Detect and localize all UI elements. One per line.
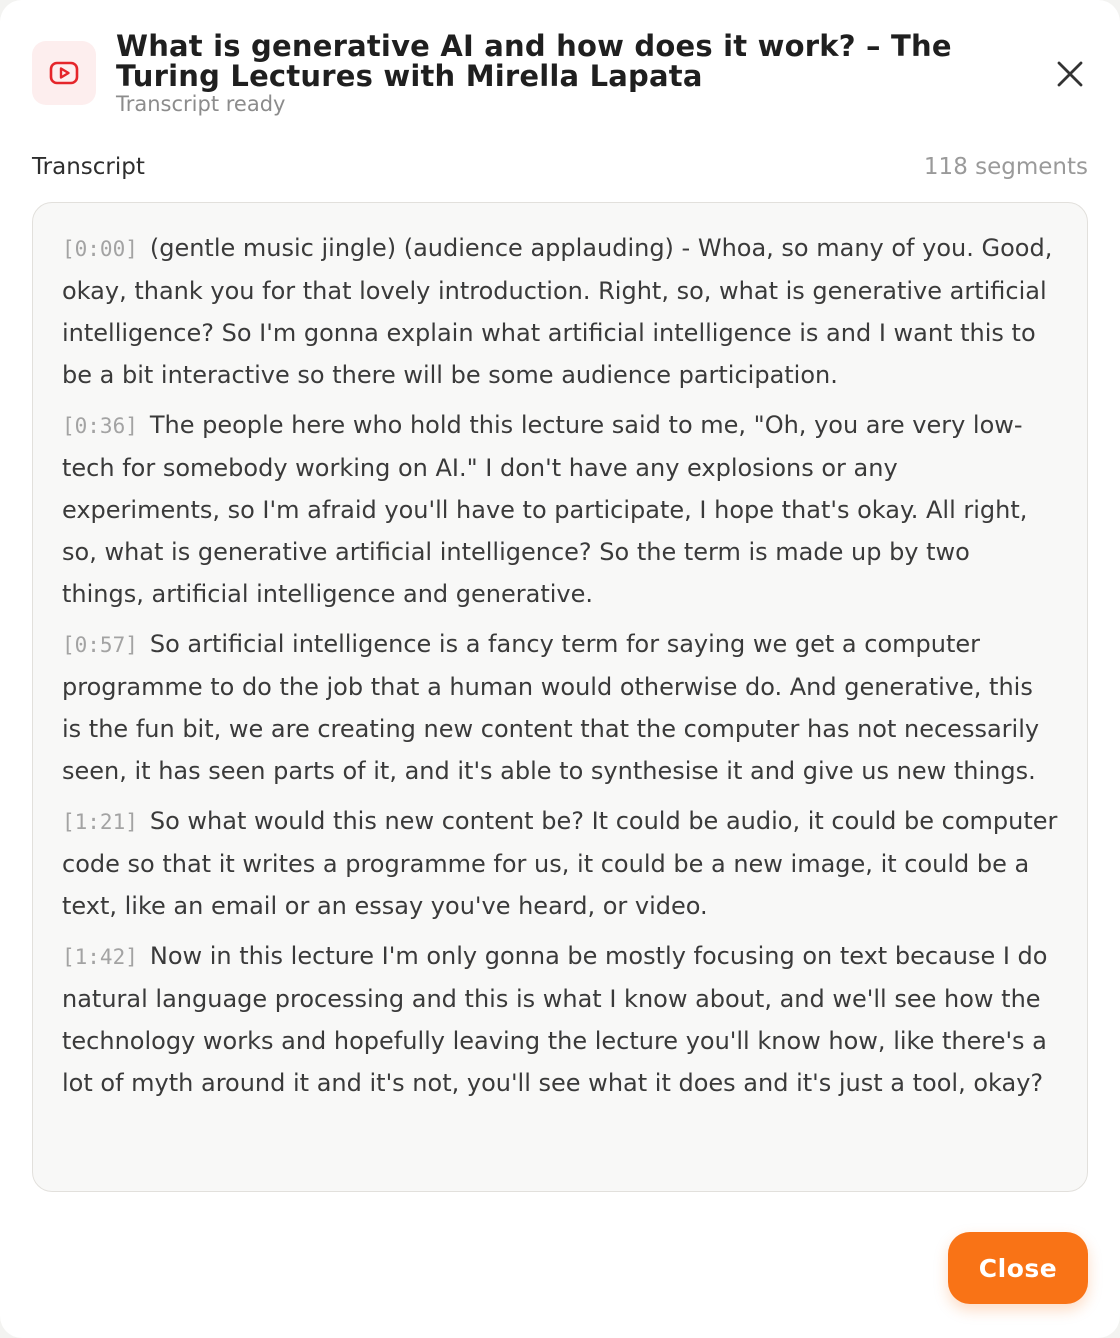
transcript-scroll-area[interactable]: [0:00] (gentle music jingle) (audience ap… xyxy=(32,202,1088,1192)
segment-text: (gentle music jingle) (audience applaudi… xyxy=(62,234,1053,389)
segment-text: So artificial intelligence is a fancy te… xyxy=(62,630,1040,785)
segment-timestamp[interactable]: [0:00] xyxy=(62,237,138,261)
segment-timestamp[interactable]: [0:57] xyxy=(62,633,138,657)
transcript-status: Transcript ready xyxy=(116,92,286,116)
transcript-modal: What is generative AI and how does it wo… xyxy=(0,0,1120,1338)
transcript-segment: [0:57] So artificial intelligence is a fa… xyxy=(62,623,1059,792)
close-icon[interactable] xyxy=(1050,54,1090,94)
segment-text: The people here who hold this lecture sa… xyxy=(62,411,1028,608)
transcript-segment: [0:36] The people here who hold this lect… xyxy=(62,404,1059,615)
segment-timestamp[interactable]: [1:21] xyxy=(62,810,138,834)
transcript-segment: [0:00] (gentle music jingle) (audience ap… xyxy=(62,227,1059,396)
transcript-segment: [1:42] Now in this lecture I'm only gonna… xyxy=(62,935,1059,1104)
close-button[interactable]: Close xyxy=(948,1232,1088,1304)
segment-timestamp[interactable]: [1:42] xyxy=(62,945,138,969)
segment-timestamp[interactable]: [0:36] xyxy=(62,414,138,438)
segment-text: Now in this lecture I'm only gonna be mo… xyxy=(62,942,1048,1097)
transcript-segment: [1:21] So what would this new content be?… xyxy=(62,800,1059,927)
transcript-heading: Transcript xyxy=(32,154,145,180)
segment-text: So what would this new content be? It co… xyxy=(62,807,1058,920)
segment-count: 118 segments xyxy=(923,154,1088,180)
modal-title: What is generative AI and how does it wo… xyxy=(116,29,952,93)
youtube-play-icon xyxy=(32,41,96,105)
